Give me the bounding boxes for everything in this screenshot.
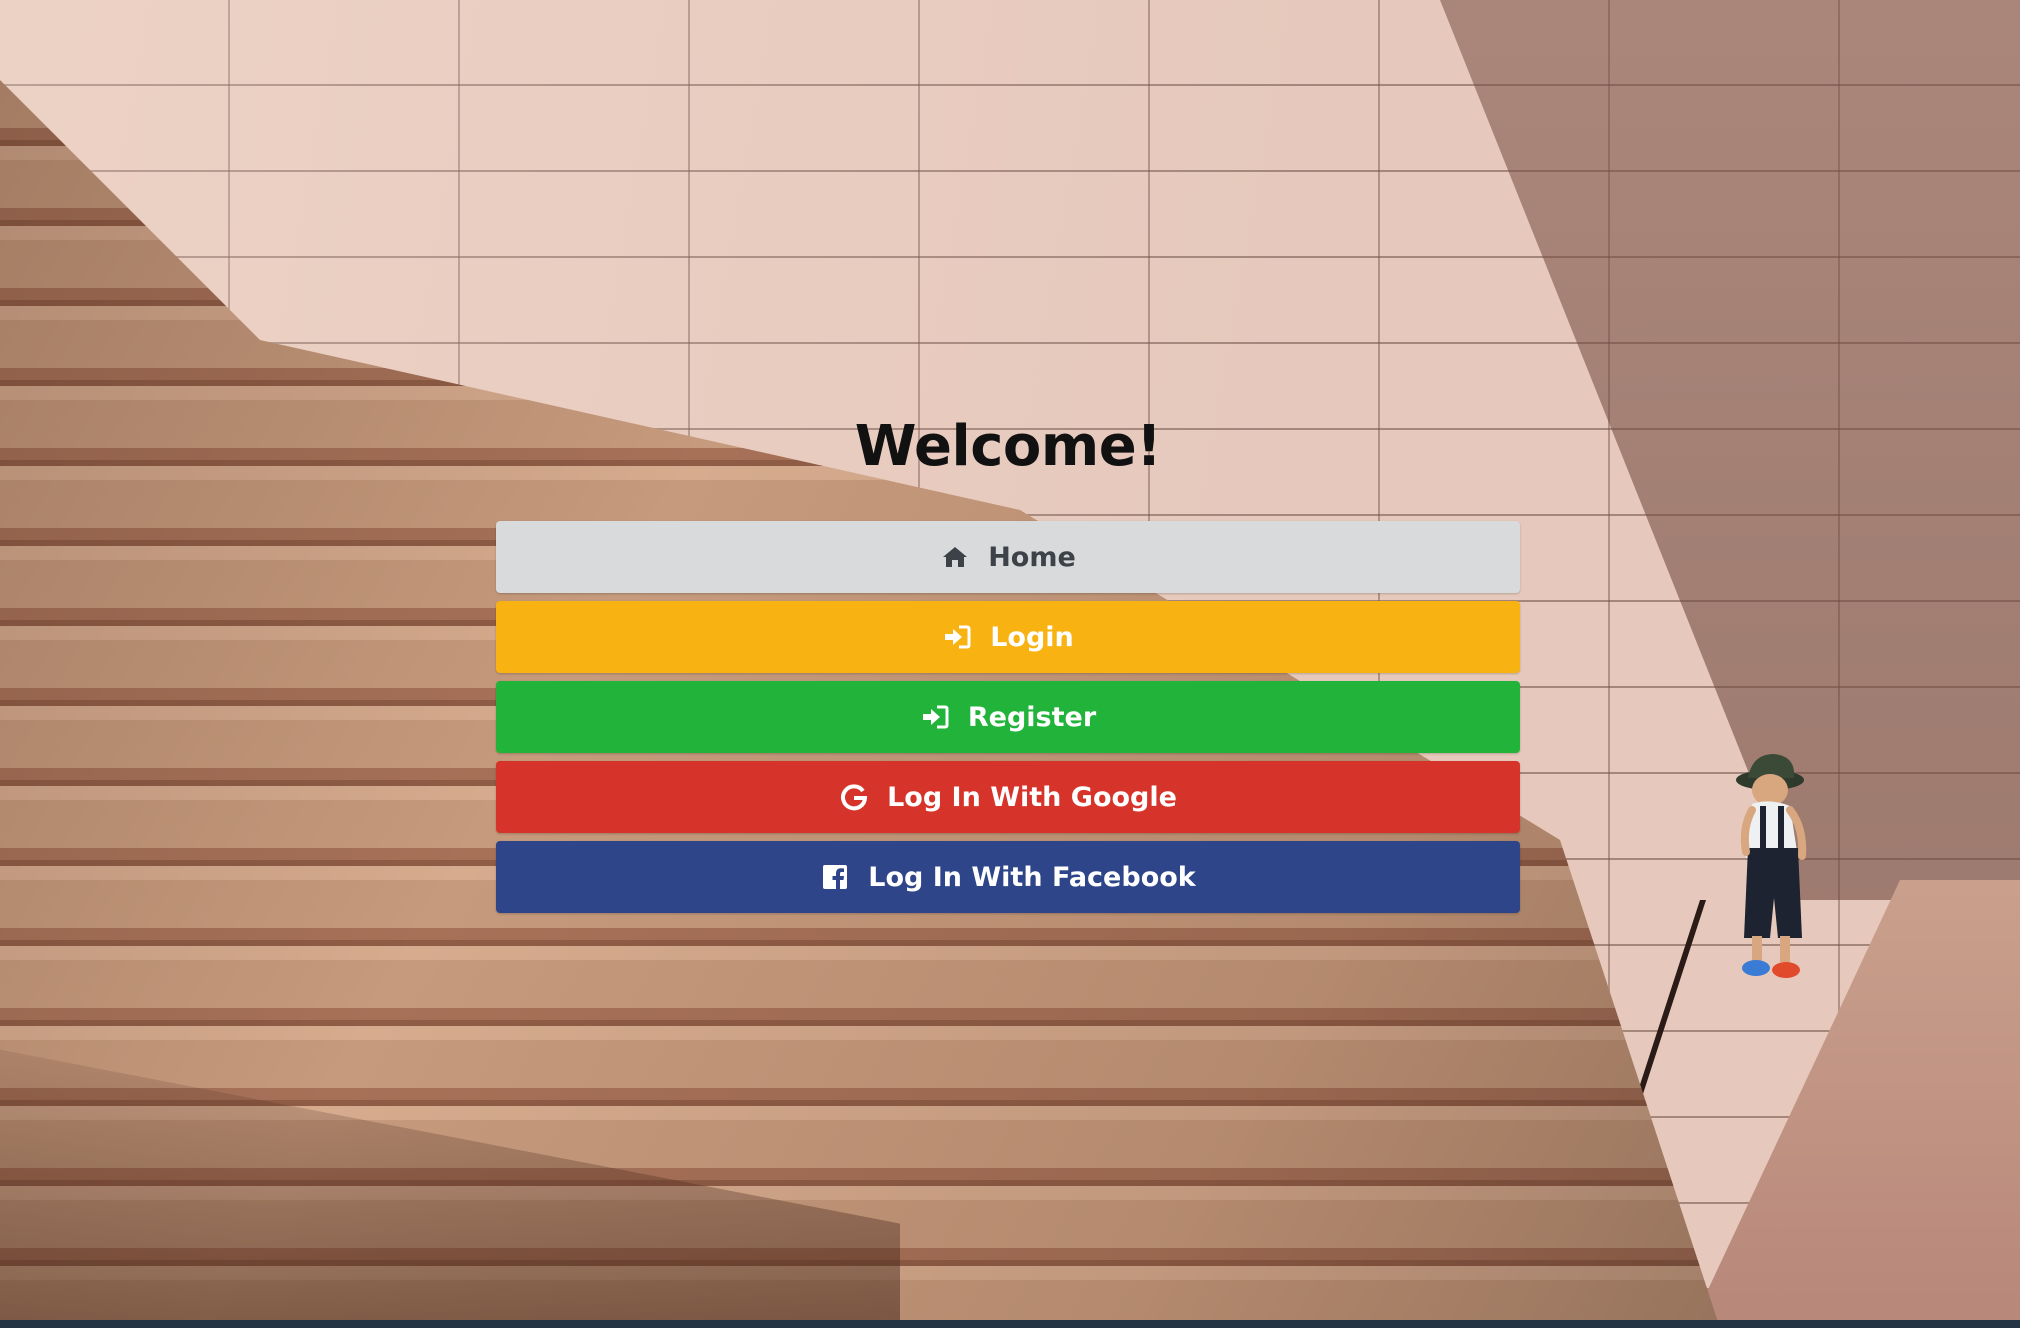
- landing-page: Welcome! Home Login Register Log In With…: [0, 0, 2020, 1328]
- google-login-button[interactable]: Log In With Google: [496, 761, 1520, 833]
- sign-in-icon: [920, 702, 950, 732]
- welcome-panel: Welcome! Home Login Register Log In With…: [496, 405, 1520, 921]
- facebook-login-button[interactable]: Log In With Facebook: [496, 841, 1520, 913]
- register-button[interactable]: Register: [496, 681, 1520, 753]
- page-title: Welcome!: [854, 414, 1162, 479]
- google-button-label: Log In With Google: [887, 781, 1177, 813]
- facebook-icon: [820, 862, 850, 892]
- home-button[interactable]: Home: [496, 521, 1520, 593]
- sign-in-icon: [942, 622, 972, 652]
- facebook-button-label: Log In With Facebook: [868, 861, 1196, 893]
- login-button[interactable]: Login: [496, 601, 1520, 673]
- bottom-bar: [0, 1320, 2020, 1328]
- google-icon: [839, 782, 869, 812]
- login-button-label: Login: [990, 621, 1074, 653]
- home-button-label: Home: [988, 541, 1076, 573]
- register-button-label: Register: [967, 701, 1097, 733]
- child-figure: [1736, 754, 1807, 978]
- home-icon: [940, 542, 970, 572]
